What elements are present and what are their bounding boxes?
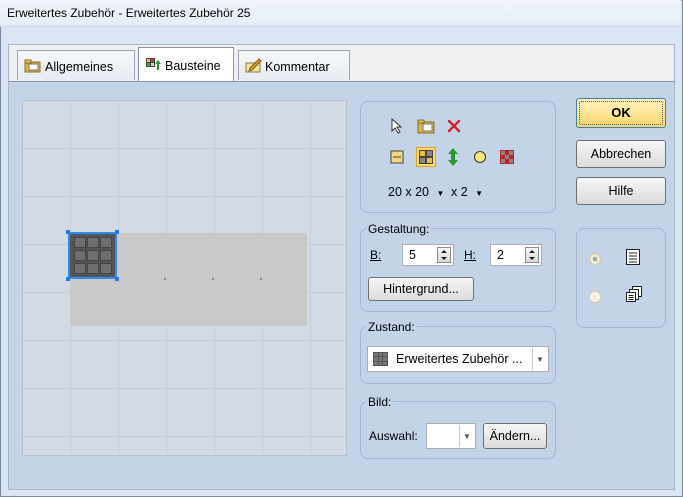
- view-mode-group: [576, 228, 666, 328]
- title-bar: Erweitertes Zubehör - Erweitertes Zubehö…: [0, 0, 681, 27]
- grid-size-value: 20 x 20: [388, 185, 430, 199]
- auswahl-label: Auswahl:: [369, 429, 418, 443]
- block-element-icon[interactable]: [416, 147, 436, 167]
- tab-allgemeines-label: Allgemeines: [45, 60, 114, 74]
- cancel-button[interactable]: Abbrechen: [576, 140, 666, 168]
- selected-block-tile[interactable]: [68, 232, 117, 279]
- width-stepper[interactable]: 5: [402, 244, 454, 266]
- ok-button[interactable]: OK: [576, 98, 666, 128]
- grid-dot: [212, 278, 214, 280]
- tab-kommentar-label: Kommentar: [265, 60, 330, 74]
- tab-bausteine[interactable]: Bausteine: [138, 47, 234, 81]
- rectangle-element-icon[interactable]: [388, 148, 406, 166]
- background-button[interactable]: Hintergrund...: [368, 277, 474, 301]
- window-title: Erweitertes Zubehör - Erweitertes Zubehö…: [7, 6, 251, 20]
- zustand-select[interactable]: Erweitertes Zubehör ... ▼: [367, 346, 549, 372]
- block-icon: [373, 352, 388, 366]
- auswahl-select[interactable]: ▼: [426, 423, 476, 449]
- tab-kommentar[interactable]: Kommentar: [238, 50, 350, 80]
- height-stepper[interactable]: 2: [490, 244, 542, 266]
- tab-bausteine-label: Bausteine: [165, 59, 221, 73]
- zoom-value: x 2: [451, 185, 468, 199]
- height-value: 2: [497, 248, 504, 262]
- spin-arrows-icon[interactable]: [525, 247, 539, 263]
- gestaltung-label: Gestaltung:: [366, 222, 432, 236]
- tab-allgemeines[interactable]: Allgemeines: [17, 50, 135, 80]
- pattern-element-icon[interactable]: [498, 148, 516, 166]
- width-value: 5: [409, 248, 416, 262]
- pointer-icon[interactable]: [388, 117, 406, 135]
- chevron-down-icon[interactable]: ▼: [532, 348, 547, 370]
- resize-handle[interactable]: [115, 230, 119, 234]
- ok-button-label: OK: [611, 105, 631, 120]
- chevron-down-icon: ▼: [475, 189, 484, 198]
- chevron-down-icon: ▼: [436, 189, 445, 198]
- view-multi-radio[interactable]: [589, 291, 601, 303]
- up-down-arrow-icon[interactable]: [444, 148, 462, 166]
- zustand-label: Zustand:: [366, 320, 417, 334]
- help-button[interactable]: Hilfe: [576, 177, 666, 205]
- spin-arrows-icon[interactable]: [437, 247, 451, 263]
- properties-icon[interactable]: [417, 117, 435, 135]
- note-pencil-icon: [245, 58, 262, 73]
- zoom-dropdown[interactable]: x 2 ▼: [451, 185, 483, 199]
- delete-icon[interactable]: [445, 117, 463, 135]
- grid-dot: [260, 278, 262, 280]
- grid-size-dropdown[interactable]: 20 x 20 ▼: [388, 185, 444, 199]
- circle-element-icon[interactable]: [471, 148, 489, 166]
- list-page-icon: [626, 249, 640, 265]
- change-button[interactable]: Ändern...: [483, 423, 547, 449]
- grid-dot: [164, 278, 166, 280]
- resize-handle[interactable]: [66, 230, 70, 234]
- bild-label: Bild:: [366, 395, 394, 409]
- height-label: H:: [464, 248, 476, 262]
- zustand-value: Erweitertes Zubehör ...: [396, 352, 523, 366]
- folder-properties-icon: [24, 59, 41, 73]
- chevron-down-icon[interactable]: ▼: [459, 425, 474, 447]
- multi-page-icon: [626, 286, 642, 302]
- view-single-radio[interactable]: [589, 253, 601, 265]
- width-label: B:: [370, 248, 382, 262]
- resize-handle[interactable]: [66, 277, 70, 281]
- resize-handle[interactable]: [115, 277, 119, 281]
- blocks-icon: [146, 58, 161, 70]
